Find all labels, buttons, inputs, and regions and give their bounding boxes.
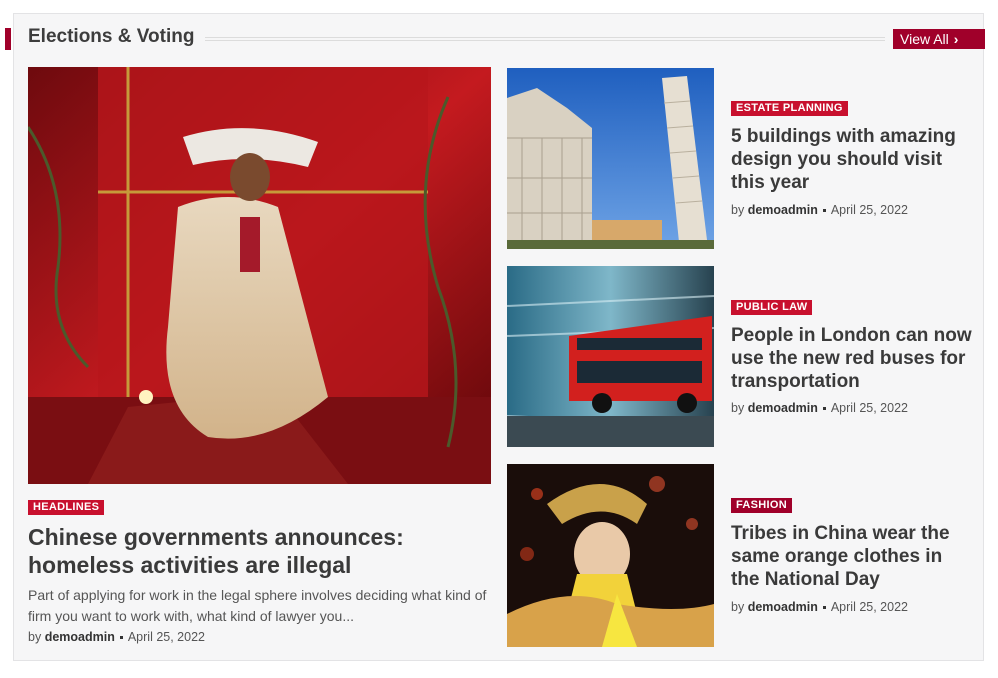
article-tag[interactable]: FASHION [731, 498, 792, 513]
post-date: April 25, 2022 [830, 401, 908, 415]
meta-by: by [731, 600, 745, 614]
post-date: April 25, 2022 [830, 600, 908, 614]
author-link[interactable]: demoadmin [748, 203, 818, 217]
article-tag[interactable]: ESTATE PLANNING [731, 101, 848, 116]
chevron-right-icon: › [953, 31, 959, 47]
article-meta: by demoadmin April 25, 2022 [731, 600, 908, 614]
article-title[interactable]: 5 buildings with amazing design you shou… [731, 125, 971, 194]
article-meta: by demoadmin April 25, 2022 [731, 203, 908, 217]
featured-title[interactable]: Chinese governments announces: homeless … [28, 523, 478, 579]
author-link[interactable]: demoadmin [748, 401, 818, 415]
featured-excerpt: Part of applying for work in the legal s… [28, 587, 487, 624]
meta-by: by [28, 630, 42, 644]
meta-dot [822, 407, 826, 411]
post-date: April 25, 2022 [127, 630, 205, 644]
featured-meta: by demoadmin April 25, 2022 [28, 630, 205, 644]
article-title[interactable]: People in London can now use the new red… [731, 324, 976, 393]
section-divider [205, 37, 885, 41]
article-image-bus[interactable] [507, 266, 714, 447]
meta-dot [822, 606, 826, 610]
section-title: Elections & Voting [28, 26, 195, 47]
article-title[interactable]: Tribes in China wear the same orange clo… [731, 522, 971, 591]
section-accent-bar [5, 28, 11, 50]
article-image-costume[interactable] [507, 464, 714, 647]
author-link[interactable]: demoadmin [748, 600, 818, 614]
article-tag[interactable]: PUBLIC LAW [731, 300, 813, 315]
post-date: April 25, 2022 [830, 203, 908, 217]
meta-dot [119, 636, 123, 640]
view-all-label: View All [900, 31, 949, 47]
featured-tag[interactable]: HEADLINES [28, 500, 105, 515]
article-meta: by demoadmin April 25, 2022 [731, 401, 908, 415]
meta-by: by [731, 203, 745, 217]
view-all-button[interactable]: View All › [893, 29, 985, 49]
meta-by: by [731, 401, 745, 415]
author-link[interactable]: demoadmin [45, 630, 115, 644]
article-image-pisa[interactable] [507, 68, 714, 249]
meta-dot [822, 209, 826, 213]
featured-image[interactable] [28, 67, 491, 484]
